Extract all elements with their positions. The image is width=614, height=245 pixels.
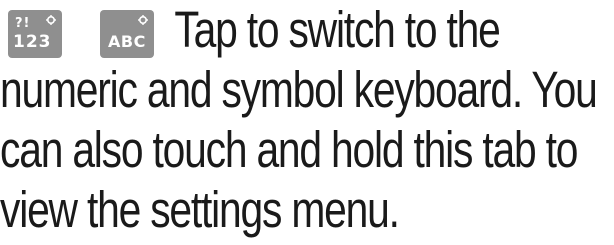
description-paragraph: Tap to switch to the numeric and symbol … [0, 0, 598, 240]
manual-page: ?! 123 ABC Tap to switch to the numeric … [0, 0, 614, 245]
description-line: view the settings menu. [0, 181, 400, 238]
description-line: can also touch and hold this tab to [0, 121, 578, 178]
description-line: numeric and symbol keyboard. You [0, 61, 598, 118]
description-line: Tap to switch to the [174, 1, 500, 58]
